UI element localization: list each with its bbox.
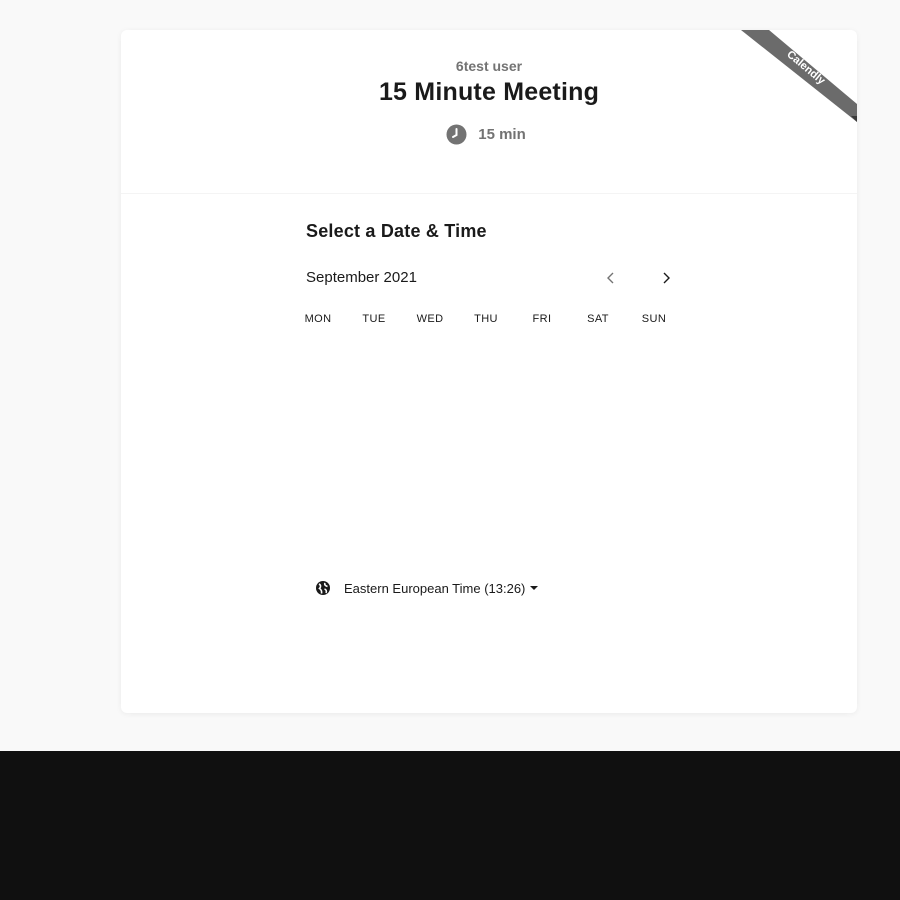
weekday-label: WED xyxy=(416,313,444,325)
weekday-label: MON xyxy=(304,313,332,325)
page: POWERED BY Calendly 6test user 15 Minute… xyxy=(0,0,900,900)
powered-by-calendly-badge[interactable]: POWERED BY Calendly xyxy=(741,30,857,122)
caret-down-icon xyxy=(530,585,539,591)
event-duration: 15 min xyxy=(121,124,857,145)
weekday-header-row: MON TUE WED THU FRI SAT SUN xyxy=(290,313,682,325)
globe-icon xyxy=(315,580,331,596)
weekday-label: TUE xyxy=(362,313,386,325)
select-date-time-heading: Select a Date & Time xyxy=(306,221,487,241)
header-divider xyxy=(121,193,857,194)
chevron-right-icon xyxy=(661,272,671,284)
timezone-selector[interactable]: Eastern European Time (13:26) xyxy=(315,580,539,596)
weekday-label: THU xyxy=(474,313,498,325)
chevron-left-icon xyxy=(606,272,616,284)
weekday-label: SUN xyxy=(641,313,667,325)
next-month-button[interactable] xyxy=(654,266,678,290)
event-title: 15 Minute Meeting xyxy=(378,78,600,106)
previous-month-button[interactable] xyxy=(599,266,623,290)
timezone-label: Eastern European Time (13:26) xyxy=(344,580,526,596)
bottom-dark-band xyxy=(0,751,900,900)
month-label: September 2021 xyxy=(306,269,417,286)
weekday-label: SAT xyxy=(587,313,609,325)
duration-label: 15 min xyxy=(478,126,526,143)
weekday-label: FRI xyxy=(532,313,552,325)
booking-card: POWERED BY Calendly 6test user 15 Minute… xyxy=(121,30,857,713)
host-name: 6test user xyxy=(455,58,523,74)
clock-icon xyxy=(446,124,467,145)
